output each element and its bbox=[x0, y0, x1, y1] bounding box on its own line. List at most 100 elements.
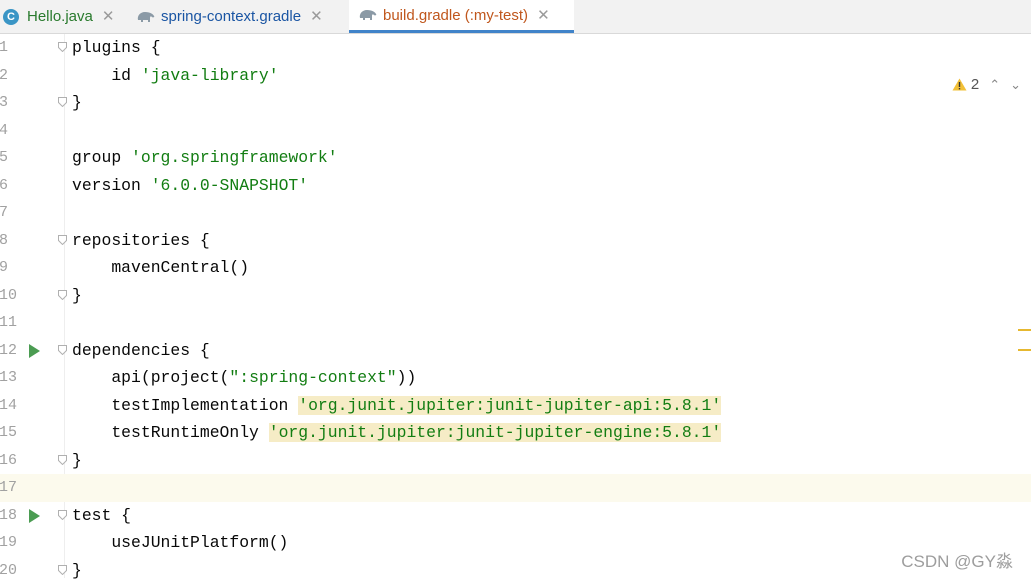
line-number: 11 bbox=[0, 309, 18, 337]
code-line[interactable]: 18 test { bbox=[0, 502, 1031, 530]
code-line[interactable]: 16} bbox=[0, 447, 1031, 475]
code-text: mavenCentral() bbox=[72, 254, 249, 282]
tab-hello-java[interactable]: C Hello.java ✕ bbox=[3, 0, 124, 33]
fold-icon[interactable] bbox=[58, 235, 67, 245]
code-text: } bbox=[72, 282, 82, 310]
code-text: api(project(":spring-context")) bbox=[72, 364, 416, 392]
code-text: } bbox=[72, 447, 82, 475]
next-highlight-icon[interactable]: ⌄ bbox=[1010, 77, 1021, 93]
fold-icon[interactable] bbox=[58, 510, 67, 520]
code-token: plugins { bbox=[72, 38, 161, 57]
watermark: CSDN @GY淼 bbox=[901, 547, 1013, 572]
code-line[interactable]: 8 repositories { bbox=[0, 227, 1031, 255]
code-editor[interactable]: 1plugins {2 id 'java-library'3}45group '… bbox=[0, 34, 1031, 578]
run-icon[interactable] bbox=[29, 344, 40, 358]
code-token: )) bbox=[397, 368, 417, 387]
tab-build-gradle[interactable]: build.gradle (:my-test) ✕ bbox=[349, 0, 574, 33]
line-number: 18 bbox=[0, 502, 18, 530]
code-token: } bbox=[72, 561, 82, 580]
code-line[interactable]: 12 dependencies { bbox=[0, 337, 1031, 365]
fold-icon[interactable] bbox=[58, 42, 67, 52]
scrollbar-warning-marker[interactable] bbox=[1018, 329, 1031, 331]
line-number: 3 bbox=[0, 89, 18, 117]
java-class-icon: C bbox=[3, 9, 19, 25]
code-token: id bbox=[72, 66, 141, 85]
code-token: version bbox=[72, 176, 151, 195]
fold-icon[interactable] bbox=[58, 455, 67, 465]
code-line[interactable]: 17 bbox=[0, 474, 1031, 502]
gradle-elephant-icon bbox=[136, 10, 156, 24]
string-literal: ":spring-context" bbox=[229, 368, 396, 387]
string-literal: '6.0.0-SNAPSHOT' bbox=[151, 176, 308, 195]
warning-icon bbox=[952, 78, 967, 91]
warning-count: 2 bbox=[971, 76, 979, 93]
line-number: 5 bbox=[0, 144, 18, 172]
code-token: group bbox=[72, 148, 131, 167]
line-number: 10 bbox=[0, 282, 18, 310]
line-number: 9 bbox=[0, 254, 18, 282]
code-line[interactable]: 7 bbox=[0, 199, 1031, 227]
code-token: } bbox=[72, 451, 82, 470]
code-text: testRuntimeOnly 'org.junit.jupiter:junit… bbox=[72, 419, 721, 447]
line-number: 8 bbox=[0, 227, 18, 255]
inspection-widget[interactable]: 2 ⌃ ⌄ bbox=[952, 76, 1021, 93]
close-icon[interactable]: ✕ bbox=[102, 9, 115, 24]
fold-icon[interactable] bbox=[58, 345, 67, 355]
code-line[interactable]: 19 useJUnitPlatform() bbox=[0, 529, 1031, 557]
code-token: test { bbox=[72, 506, 131, 525]
string-literal: 'org.springframework' bbox=[131, 148, 338, 167]
code-line[interactable]: 6version '6.0.0-SNAPSHOT' bbox=[0, 172, 1031, 200]
code-token: } bbox=[72, 286, 82, 305]
fold-icon[interactable] bbox=[58, 290, 67, 300]
line-number: 2 bbox=[0, 62, 18, 90]
scrollbar-warning-marker[interactable] bbox=[1018, 349, 1031, 351]
code-line[interactable]: 14 testImplementation 'org.junit.jupiter… bbox=[0, 392, 1031, 420]
code-line[interactable]: 9 mavenCentral() bbox=[0, 254, 1031, 282]
line-number: 19 bbox=[0, 529, 18, 557]
tab-spring-context-gradle[interactable]: spring-context.gradle ✕ bbox=[136, 0, 348, 33]
code-token: testImplementation bbox=[72, 396, 298, 415]
line-number: 1 bbox=[0, 34, 18, 62]
code-line[interactable]: 2 id 'java-library' bbox=[0, 62, 1031, 90]
code-text: testImplementation 'org.junit.jupiter:ju… bbox=[72, 392, 721, 420]
run-icon[interactable] bbox=[29, 509, 40, 523]
code-text: plugins { bbox=[72, 34, 161, 62]
code-line[interactable]: 13 api(project(":spring-context")) bbox=[0, 364, 1031, 392]
code-line[interactable]: 10} bbox=[0, 282, 1031, 310]
code-text: repositories { bbox=[72, 227, 210, 255]
code-token: useJUnitPlatform() bbox=[72, 533, 288, 552]
line-number: 12 bbox=[0, 337, 18, 365]
fold-icon[interactable] bbox=[58, 97, 67, 107]
previous-highlight-icon[interactable]: ⌃ bbox=[989, 77, 1000, 93]
code-line[interactable]: 20} bbox=[0, 557, 1031, 584]
string-literal: 'java-library' bbox=[141, 66, 279, 85]
gradle-elephant-icon bbox=[358, 8, 378, 22]
tab-label: Hello.java bbox=[27, 8, 93, 25]
code-text: } bbox=[72, 89, 82, 117]
code-text: useJUnitPlatform() bbox=[72, 529, 288, 557]
code-text: dependencies { bbox=[72, 337, 210, 365]
string-literal: 'org.junit.jupiter:junit-jupiter-api:5.8… bbox=[298, 396, 721, 415]
close-icon[interactable]: ✕ bbox=[310, 9, 323, 24]
code-line[interactable]: 11 bbox=[0, 309, 1031, 337]
code-line[interactable]: 1 plugins { bbox=[0, 34, 1031, 62]
code-token: testRuntimeOnly bbox=[72, 423, 269, 442]
tab-label: spring-context.gradle bbox=[161, 8, 301, 25]
code-token: repositories { bbox=[72, 231, 210, 250]
code-line[interactable]: 15 testRuntimeOnly 'org.junit.jupiter:ju… bbox=[0, 419, 1031, 447]
code-text: test { bbox=[72, 502, 131, 530]
code-text: } bbox=[72, 557, 82, 584]
code-token: } bbox=[72, 93, 82, 112]
line-number: 17 bbox=[0, 474, 18, 502]
code-line[interactable]: 3} bbox=[0, 89, 1031, 117]
line-number: 4 bbox=[0, 117, 18, 145]
line-number: 7 bbox=[0, 199, 18, 227]
code-line[interactable]: 4 bbox=[0, 117, 1031, 145]
close-icon[interactable]: ✕ bbox=[537, 8, 550, 23]
line-number: 20 bbox=[0, 557, 18, 584]
fold-icon[interactable] bbox=[58, 565, 67, 575]
code-line[interactable]: 5 group 'org.springframework' bbox=[0, 144, 1031, 172]
code-text: version '6.0.0-SNAPSHOT' bbox=[72, 172, 308, 200]
code-text: id 'java-library' bbox=[72, 62, 279, 90]
line-number: 14 bbox=[0, 392, 18, 420]
